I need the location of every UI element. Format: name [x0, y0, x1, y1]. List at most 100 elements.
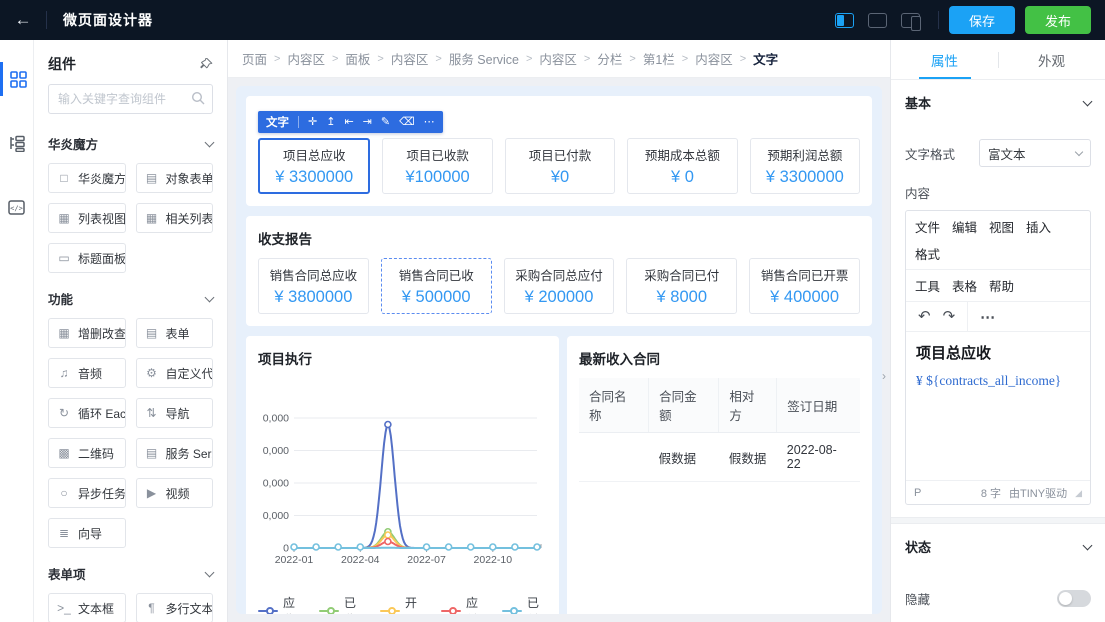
legend-marker-icon: [380, 607, 400, 614]
stat-card[interactable]: 销售合同已开票¥ 400000: [749, 258, 860, 314]
component-item[interactable]: ▦增删改查: [48, 318, 126, 348]
component-item[interactable]: ▭标题面板: [48, 243, 126, 273]
component-item[interactable]: ¶多行文本框: [136, 593, 214, 622]
legend-item[interactable]: 应付: [441, 594, 486, 614]
table-cell: 假数据: [649, 433, 719, 482]
fullscreen-view-icon[interactable]: [868, 13, 887, 28]
breadcrumb-item[interactable]: 分栏: [597, 49, 622, 68]
legend-marker-icon: [258, 607, 278, 614]
stat-card[interactable]: 销售合同已收¥ 500000: [381, 258, 492, 314]
component-item[interactable]: ≣向导: [48, 518, 126, 548]
stat-card-value: ¥ 400000: [770, 288, 839, 307]
pin-icon[interactable]: [200, 58, 213, 71]
stat-card[interactable]: 项目总应收¥ 3300000: [258, 138, 370, 194]
editor-menu-item[interactable]: 格式: [910, 241, 945, 266]
component-item[interactable]: ▶视频: [136, 478, 214, 508]
stat-card[interactable]: 项目已付款¥0: [505, 138, 615, 194]
cube-icon: □: [57, 171, 71, 185]
editor-more-icon[interactable]: ⋯: [968, 308, 1008, 326]
desktop-split-view-icon[interactable]: [835, 13, 854, 28]
insert-before-icon[interactable]: ⇤: [344, 117, 353, 128]
publish-button[interactable]: 发布: [1025, 6, 1091, 34]
breadcrumb-item[interactable]: 页面: [242, 49, 267, 68]
editor-content-area[interactable]: 项目总应收 ¥ ${contracts_all_income}: [906, 332, 1090, 480]
back-arrow-icon[interactable]: ←: [0, 10, 46, 30]
undo-icon[interactable]: ↶: [918, 309, 931, 324]
section-gap: [891, 517, 1105, 524]
component-item[interactable]: ♫音频: [48, 358, 126, 388]
component-item[interactable]: >_文本框: [48, 593, 126, 622]
component-item[interactable]: ▤表单: [136, 318, 214, 348]
select-parent-icon[interactable]: ↥: [326, 117, 335, 128]
stat-card[interactable]: 采购合同总应付¥ 200000: [504, 258, 615, 314]
editor-menu-item[interactable]: 表格: [947, 273, 982, 298]
component-item[interactable]: ⚙自定义代码: [136, 358, 214, 388]
component-item[interactable]: ○异步任务: [48, 478, 126, 508]
breadcrumb-item[interactable]: 服务 Service: [449, 49, 519, 68]
component-group-header[interactable]: 功能: [48, 279, 213, 318]
legend-item[interactable]: 已付: [502, 594, 547, 614]
object-form-icon: ▤: [145, 171, 159, 185]
breadcrumb-item[interactable]: 内容区: [287, 49, 325, 68]
outline-icon[interactable]: [0, 126, 34, 160]
state-section-header[interactable]: 状态: [891, 524, 1105, 569]
delete-icon[interactable]: ⌫: [399, 117, 415, 128]
basic-section-header[interactable]: 基本: [891, 80, 1105, 125]
tab-appearance[interactable]: 外观: [998, 40, 1105, 79]
latest-contracts-table-panel[interactable]: 最新收入合同 合同名称合同金额相对方签订日期 假数据假数据2022-08-22: [567, 336, 872, 614]
component-item[interactable]: □华炎魔方...: [48, 163, 126, 193]
editor-menu-item[interactable]: 工具: [910, 273, 945, 298]
editor-menu-item[interactable]: 插入: [1021, 214, 1056, 239]
editor-menu-item[interactable]: 编辑: [947, 214, 982, 239]
stat-card[interactable]: 项目已收款¥100000: [382, 138, 492, 194]
component-item[interactable]: ▤服务 Ser...: [136, 438, 214, 468]
chart-legend: 应收已收开票应付已付: [258, 594, 547, 614]
stat-card[interactable]: 预期成本总额¥ 0: [627, 138, 737, 194]
edit-icon[interactable]: ✎: [381, 117, 390, 128]
component-item[interactable]: ⇅导航: [136, 398, 214, 428]
legend-item[interactable]: 已收: [319, 594, 364, 614]
stat-card[interactable]: 采购合同已付¥ 8000: [626, 258, 737, 314]
more-icon[interactable]: ⋯: [424, 117, 435, 128]
search-input[interactable]: [48, 84, 213, 114]
drag-move-icon[interactable]: ✛: [308, 117, 317, 128]
component-item[interactable]: ▦列表视图: [48, 203, 126, 233]
code-icon[interactable]: </>: [0, 190, 34, 224]
breadcrumb-item[interactable]: 内容区: [695, 49, 733, 68]
breadcrumb-item[interactable]: 内容区: [391, 49, 429, 68]
text-format-select[interactable]: 富文本: [979, 139, 1091, 167]
component-item[interactable]: ↻循环 Each: [48, 398, 126, 428]
components-icon[interactable]: [0, 62, 34, 96]
component-group-header[interactable]: 华炎魔方: [48, 124, 213, 163]
breadcrumb-separator: >: [435, 53, 441, 65]
breadcrumb-item[interactable]: 文字: [753, 49, 778, 68]
component-item[interactable]: ▤对象表单: [136, 163, 214, 193]
component-group-header[interactable]: 表单项: [48, 554, 213, 593]
video-icon: ▶: [145, 486, 159, 500]
insert-after-icon[interactable]: ⇥: [363, 117, 372, 128]
editor-menu-item[interactable]: 文件: [910, 214, 945, 239]
breadcrumb-item[interactable]: 第1栏: [643, 49, 675, 68]
editor-menu-item[interactable]: 视图: [984, 214, 1019, 239]
save-button[interactable]: 保存: [949, 6, 1015, 34]
resize-grip-icon[interactable]: ◢: [1075, 488, 1082, 499]
stat-card-value: ¥ 3300000: [275, 168, 353, 187]
panel-collapse-icon[interactable]: ›: [878, 362, 890, 390]
component-item[interactable]: ▦相关列表: [136, 203, 214, 233]
report-section-panel[interactable]: 收支报告 销售合同总应收¥ 3800000销售合同已收¥ 500000采购合同总…: [246, 216, 872, 326]
stat-card[interactable]: 销售合同总应收¥ 3800000: [258, 258, 369, 314]
breadcrumb-item[interactable]: 内容区: [539, 49, 577, 68]
breadcrumb-item[interactable]: 面板: [345, 49, 370, 68]
editor-menu-item[interactable]: 帮助: [984, 273, 1019, 298]
service-section-panel[interactable]: 在建项目 文字 ✛↥⇤⇥✎⌫⋯ 项目总应收¥ 3300000项目已收款¥1000…: [246, 96, 872, 206]
legend-item[interactable]: 开票: [380, 594, 425, 614]
page-surface[interactable]: 在建项目 文字 ✛↥⇤⇥✎⌫⋯ 项目总应收¥ 3300000项目已收款¥1000…: [236, 86, 882, 614]
tab-properties[interactable]: 属性: [891, 40, 998, 79]
hidden-toggle[interactable]: [1057, 590, 1091, 607]
stat-card[interactable]: 预期利润总额¥ 3300000: [750, 138, 860, 194]
legend-item[interactable]: 应收: [258, 594, 303, 614]
mobile-view-icon[interactable]: [901, 13, 920, 28]
component-item[interactable]: ▩二维码: [48, 438, 126, 468]
project-execution-chart-panel[interactable]: 项目执行 0,0000,0000,0000,00002022-012022-04…: [246, 336, 559, 614]
redo-icon[interactable]: ↷: [943, 309, 956, 324]
